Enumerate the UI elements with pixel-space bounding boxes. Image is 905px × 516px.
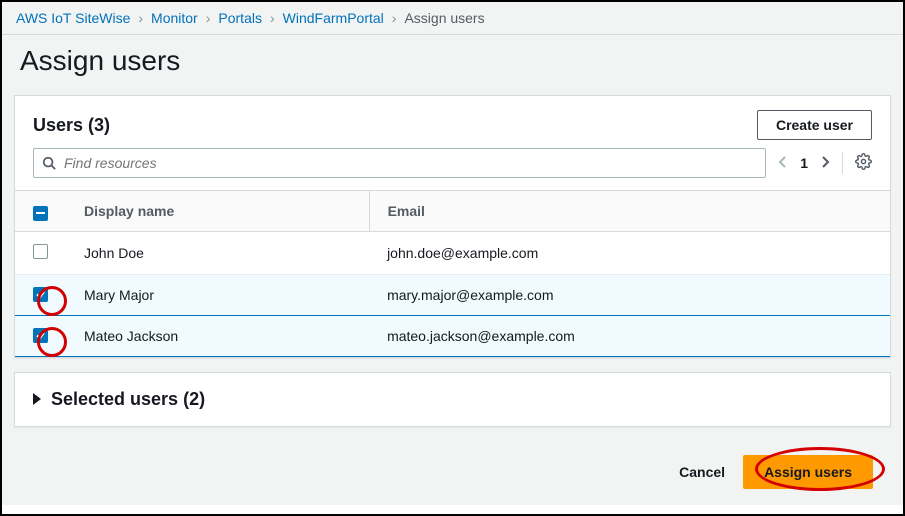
breadcrumb: AWS IoT SiteWise › Monitor › Portals › W…: [2, 2, 903, 35]
page-title: Assign users: [2, 35, 903, 95]
selected-users-panel[interactable]: Selected users (2): [14, 372, 891, 427]
users-panel-title: Users (3): [33, 115, 110, 136]
selected-users-title: Selected users (2): [51, 389, 205, 410]
assign-users-button[interactable]: Assign users: [743, 455, 873, 489]
divider: [842, 152, 843, 174]
create-user-button[interactable]: Create user: [757, 110, 872, 140]
users-table: Display name Email John Doe john.doe@exa…: [15, 190, 890, 357]
search-input[interactable]: [64, 155, 757, 171]
cell-email: mary.major@example.com: [369, 274, 890, 315]
cell-display-name: John Doe: [66, 231, 369, 274]
row-checkbox[interactable]: [33, 244, 48, 259]
table-row[interactable]: Mateo Jackson mateo.jackson@example.com: [15, 315, 890, 356]
breadcrumb-link-monitor[interactable]: Monitor: [151, 10, 198, 26]
chevron-right-icon: ›: [392, 10, 397, 26]
column-email[interactable]: Email: [369, 191, 890, 232]
breadcrumb-link-portals[interactable]: Portals: [218, 10, 262, 26]
cell-display-name: Mateo Jackson: [66, 315, 369, 356]
pager: 1: [778, 152, 872, 174]
select-all-checkbox[interactable]: [33, 206, 48, 221]
cell-email: mateo.jackson@example.com: [369, 315, 890, 356]
gear-icon: [855, 153, 872, 170]
page-number: 1: [800, 155, 808, 171]
chevron-right-icon: ›: [206, 10, 211, 26]
search-icon: [42, 156, 56, 170]
chevron-right-icon: ›: [270, 10, 275, 26]
cancel-button[interactable]: Cancel: [679, 464, 725, 480]
breadcrumb-link-sitewise[interactable]: AWS IoT SiteWise: [16, 10, 130, 26]
page-prev-button[interactable]: [778, 155, 788, 172]
search-input-wrap[interactable]: [33, 148, 766, 178]
users-panel: Users (3) Create user 1: [14, 95, 891, 358]
row-checkbox[interactable]: [33, 328, 48, 343]
settings-button[interactable]: [855, 153, 872, 173]
chevron-right-icon: ›: [138, 10, 143, 26]
page-next-button[interactable]: [820, 155, 830, 172]
table-row[interactable]: John Doe john.doe@example.com: [15, 231, 890, 274]
breadcrumb-current: Assign users: [404, 10, 484, 26]
cell-email: john.doe@example.com: [369, 231, 890, 274]
cell-display-name: Mary Major: [66, 274, 369, 315]
footer: Cancel Assign users: [14, 441, 891, 493]
breadcrumb-link-portal[interactable]: WindFarmPortal: [283, 10, 384, 26]
row-checkbox[interactable]: [33, 287, 48, 302]
caret-right-icon: [33, 393, 41, 405]
column-display-name[interactable]: Display name: [66, 191, 369, 232]
table-row[interactable]: Mary Major mary.major@example.com: [15, 274, 890, 315]
